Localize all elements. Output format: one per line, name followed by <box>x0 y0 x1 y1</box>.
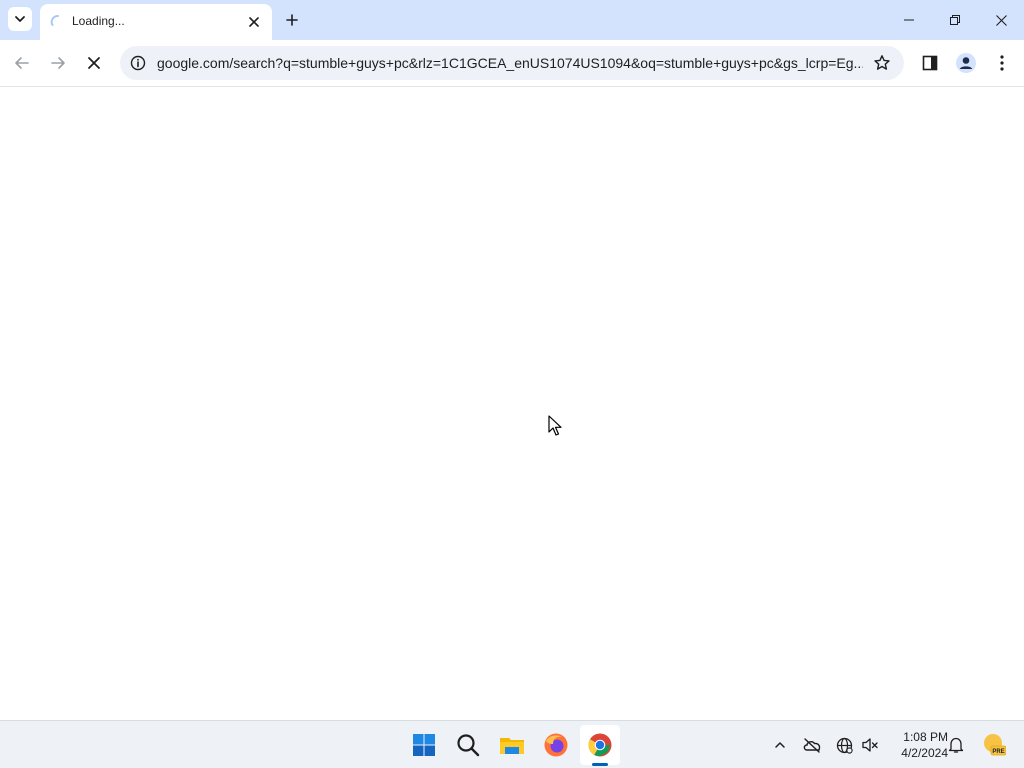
taskbar-search-button[interactable] <box>448 725 488 765</box>
new-tab-button[interactable] <box>280 8 304 32</box>
weather-badge: PRE <box>992 749 1004 755</box>
globe-icon <box>836 737 853 754</box>
tab-close-button[interactable] <box>244 12 264 32</box>
network-tray-button[interactable] <box>832 733 856 757</box>
restore-button[interactable] <box>932 0 978 40</box>
minimize-button[interactable] <box>886 0 932 40</box>
close-icon <box>249 17 259 27</box>
folder-icon <box>500 738 524 754</box>
tab-search-button[interactable] <box>8 7 32 31</box>
notifications-button[interactable] <box>944 733 968 757</box>
arrow-left-icon <box>15 57 29 69</box>
star-icon <box>874 55 890 70</box>
taskbar-clock[interactable]: 1:08 PM 4/2/2024 <box>884 729 948 761</box>
taskbar: 1:08 PM 4/2/2024 PRE <box>0 720 1024 768</box>
spinner-icon <box>50 15 59 26</box>
clock-time: 1:08 PM <box>903 730 948 744</box>
weather-widget-icon: PRE <box>984 734 1006 756</box>
restore-icon <box>950 15 960 25</box>
person-icon <box>956 53 976 73</box>
cloud-offline-icon <box>803 738 821 753</box>
url-text[interactable]: google.com/search?q=stumble+guys+pc&rlz=… <box>157 55 863 71</box>
bookmark-button[interactable] <box>870 51 894 75</box>
tab-title: Loading... <box>72 14 125 28</box>
windows-logo-icon <box>413 734 435 756</box>
plus-icon <box>286 14 298 26</box>
arrow-right-icon <box>51 57 65 69</box>
browser-toolbar: google.com/search?q=stumble+guys+pc&rlz=… <box>0 40 1024 87</box>
profile-button[interactable] <box>952 49 980 77</box>
page-content <box>0 87 1024 720</box>
minimize-icon <box>904 19 914 21</box>
address-bar[interactable]: google.com/search?q=stumble+guys+pc&rlz=… <box>120 46 904 80</box>
close-icon <box>995 14 1007 26</box>
browser-menu-button[interactable] <box>988 49 1016 77</box>
chrome-icon <box>588 733 612 757</box>
onedrive-tray-button[interactable] <box>800 733 824 757</box>
tab-strip: Loading... <box>0 0 1024 40</box>
show-hidden-icons-button[interactable] <box>768 733 792 757</box>
active-app-indicator <box>592 763 608 766</box>
clock-date: 4/2/2024 <box>901 746 948 760</box>
forward-button[interactable] <box>44 49 72 77</box>
mouse-cursor-icon <box>548 415 562 436</box>
widgets-button[interactable]: PRE <box>980 732 1006 758</box>
screen: Loading... google.com/search?q=stumble+g… <box>0 0 1024 768</box>
bell-icon <box>948 737 964 753</box>
search-icon <box>457 734 480 757</box>
speaker-muted-icon <box>862 738 878 752</box>
side-panel-icon <box>922 55 938 71</box>
firefox-icon <box>544 733 568 757</box>
chevron-up-icon <box>775 742 785 748</box>
file-explorer-button[interactable] <box>492 725 532 765</box>
side-panel-button[interactable] <box>916 49 944 77</box>
back-button[interactable] <box>8 49 36 77</box>
kebab-menu-icon <box>1000 55 1004 71</box>
info-icon <box>130 55 146 71</box>
volume-tray-button[interactable] <box>858 733 882 757</box>
stop-loading-button[interactable] <box>80 49 108 77</box>
close-window-button[interactable] <box>978 0 1024 40</box>
start-button[interactable] <box>404 725 444 765</box>
stop-icon <box>88 57 100 69</box>
chrome-button[interactable] <box>580 725 620 765</box>
browser-tab[interactable]: Loading... <box>40 4 272 40</box>
chevron-down-icon <box>15 16 25 22</box>
site-info-button[interactable] <box>126 51 150 75</box>
firefox-button[interactable] <box>536 725 576 765</box>
